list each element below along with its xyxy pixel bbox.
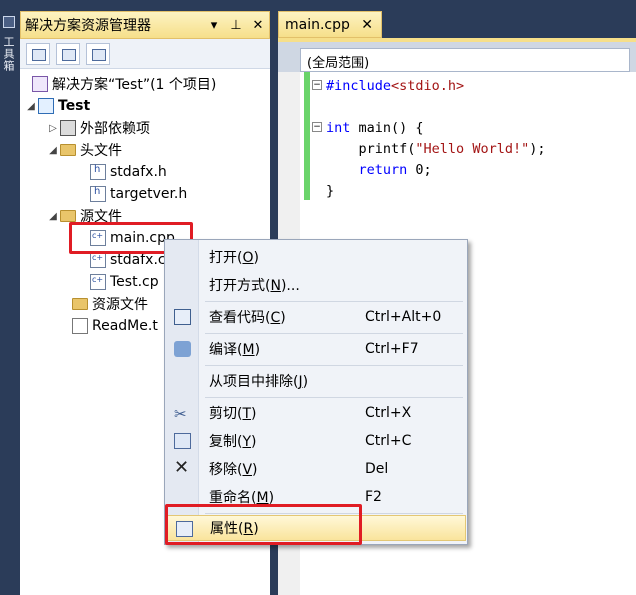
header-file-icon [90,186,106,202]
code-text: #include<stdio.h> int main() { printf("H… [326,76,545,202]
menu-item-open-with[interactable]: 打开方式(N)... [165,272,467,298]
tree-item-label: stdafx.c [110,252,166,268]
tree-item-label: ReadMe.t [92,318,158,334]
menu-item-open[interactable]: 打开(O) [165,244,467,270]
menu-separator [205,333,463,334]
toolbox-tab-label[interactable]: 工具箱 [2,36,16,136]
menu-item-copy[interactable]: 复制(Y) Ctrl+C [165,428,467,454]
editor-navigation-bar: (全局范围) [278,38,636,72]
expanded-arrow-icon[interactable]: ◢ [46,211,60,222]
view-code-icon [174,309,191,325]
tree-item-label: Test.cp [110,274,159,290]
remove-x-icon: ✕ [174,457,190,478]
tree-item-test-cpp[interactable]: Test.cp [90,271,159,293]
menu-item-view-code[interactable]: 查看代码(C) Ctrl+Alt+0 [165,304,467,330]
tree-item-label: 外部依赖项 [80,121,150,137]
folder-icon [60,210,76,222]
folder-icon [60,144,76,156]
tree-item-stdafx-h[interactable]: stdafx.h [90,161,167,183]
code-line: int main() { [326,120,424,136]
scissors-icon: ✂ [174,405,187,423]
tab-main-cpp[interactable]: main.cpp ✕ [278,11,382,38]
menu-separator [205,301,463,302]
toolbox-strip[interactable]: 工具箱 [0,0,20,595]
tree-item-targetver-h[interactable]: targetver.h [90,183,187,205]
menu-item-cut[interactable]: ✂ 剪切(T) Ctrl+X [165,400,467,426]
collapse-icon[interactable]: − [312,122,322,132]
tree-item-header-files[interactable]: ◢ 头文件 [46,139,122,161]
code-line: } [326,183,335,199]
menu-item-remove[interactable]: ✕ 移除(V) Del [165,456,467,482]
tree-item-label: stdafx.h [110,164,167,180]
solution-explorer-title: 解决方案资源管理器 [25,18,151,34]
folder-icon [72,298,88,310]
tree-item-label: targetver.h [110,186,188,202]
references-icon [60,120,76,136]
cpp-file-icon [90,274,106,290]
collapsed-arrow-icon[interactable]: ▷ [46,123,60,134]
tree-item-project[interactable]: ◢ Test [24,95,90,117]
context-menu: 打开(O) 打开方式(N)... 查看代码(C) Ctrl+Alt+0 编译(M… [164,239,468,545]
header-file-icon [90,164,106,180]
code-line: printf("Hello World!"); [358,141,546,157]
copy-icon [174,433,191,449]
toolbox-icon [3,16,15,28]
tree-item-label: 资源文件 [92,297,148,313]
view-code-toolbar-icon[interactable] [86,42,110,65]
collapse-icon[interactable]: − [312,80,322,90]
solution-explorer-toolbar [20,39,270,69]
close-icon[interactable]: ✕ [247,18,269,33]
expanded-arrow-icon[interactable]: ◢ [46,145,60,156]
solution-icon [32,76,48,92]
tree-item-solution[interactable]: 解决方案“Test”(1 个项目) [32,73,216,95]
scope-dropdown[interactable]: (全局范围) [300,48,630,72]
change-tracking-bar [304,72,310,200]
editor-tab-bar: main.cpp ✕ [270,0,636,38]
tree-item-label: 头文件 [80,143,122,159]
tree-item-external-deps[interactable]: ▷ 外部依赖项 [46,117,150,139]
highlight-box-properties [165,504,362,545]
text-file-icon [72,318,88,334]
menu-item-exclude-from-project[interactable]: 从项目中排除(J) [165,368,467,394]
tree-item-label: Test [58,98,91,114]
tree-item-label: 解决方案“Test”(1 个项目) [52,77,217,93]
tree-item-readme[interactable]: ReadMe.t [72,315,158,337]
code-line: #include<stdio.h> [326,78,465,94]
tree-item-resource-files[interactable]: 资源文件 [72,293,148,315]
menu-separator [205,365,463,366]
tab-label: main.cpp [285,16,350,33]
project-icon [38,98,54,114]
pin-icon[interactable]: ⊥ [225,18,247,33]
expanded-arrow-icon[interactable]: ◢ [24,101,38,112]
menu-item-compile[interactable]: 编译(M) Ctrl+F7 [165,336,467,362]
solution-explorer-titlebar: 解决方案资源管理器 ▾ ⊥ ✕ [20,11,270,39]
tab-close-icon[interactable]: ✕ [361,17,373,33]
code-line: return 0; [358,162,432,178]
panel-dropdown-icon[interactable]: ▾ [203,18,225,33]
menu-separator [205,397,463,398]
show-all-files-icon[interactable] [56,42,80,65]
cpp-file-icon [90,252,106,268]
properties-toolbar-icon[interactable] [26,42,50,65]
compile-icon [174,341,191,357]
